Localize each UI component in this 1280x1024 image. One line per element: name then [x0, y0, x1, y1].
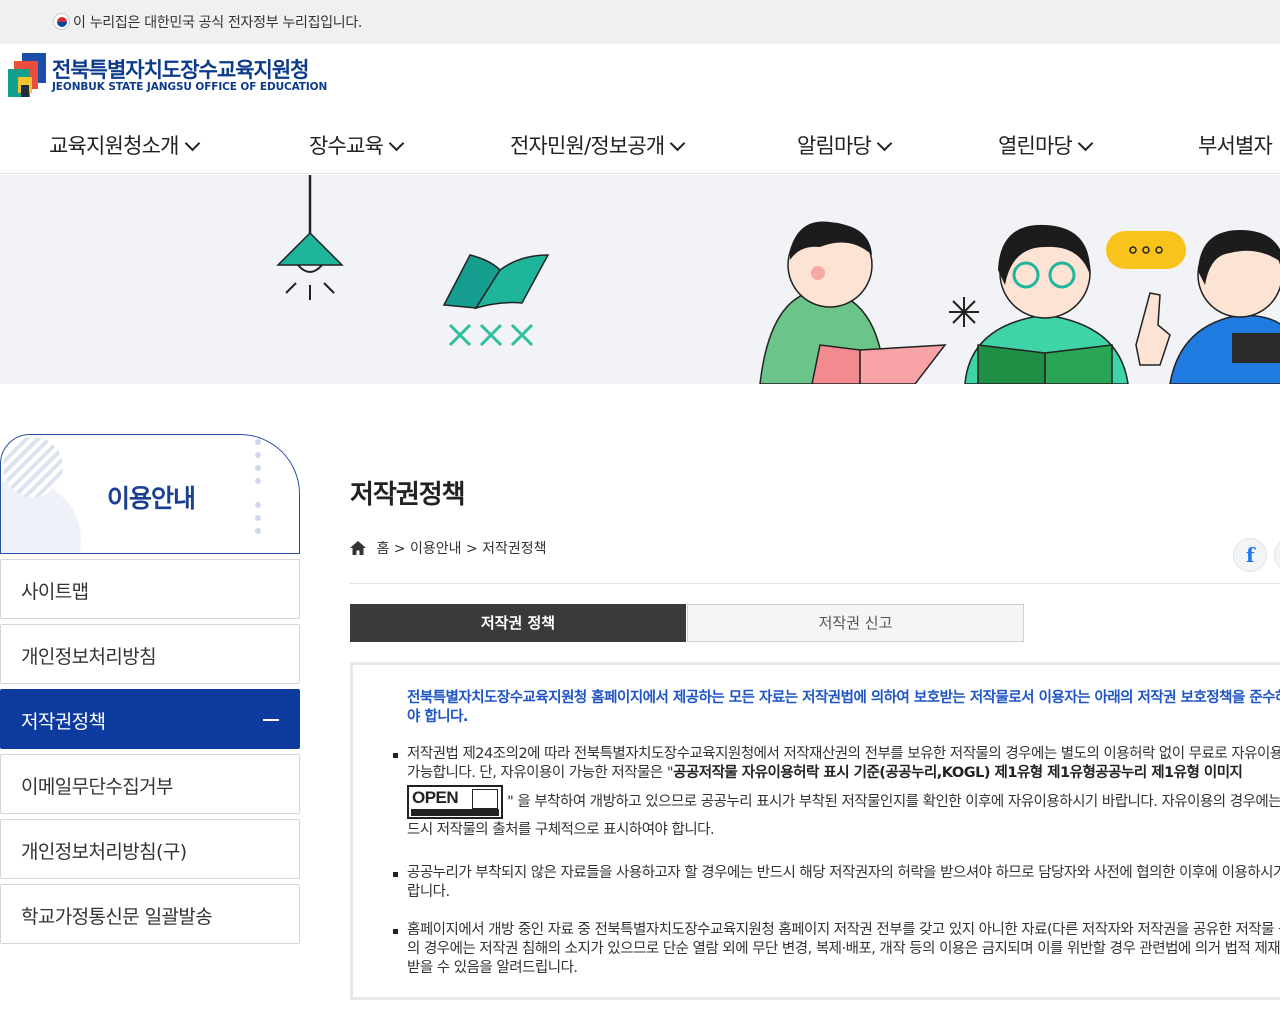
- chevron-down-icon: [388, 135, 405, 152]
- facebook-share-button[interactable]: f: [1233, 538, 1267, 572]
- logo-title-en: JEONBUK STATE JANGSU OFFICE OF EDUCATION: [52, 81, 328, 93]
- gov-banner-text: 이 누리집은 대한민국 공식 전자정부 누리집입니다.: [73, 15, 363, 31]
- korea-flag-icon: [53, 13, 70, 30]
- sidebar-item-newsletter[interactable]: 학교가정통신문 일괄발송: [0, 884, 300, 944]
- breadcrumb-current: 저작권정책: [482, 541, 547, 557]
- home-icon[interactable]: [350, 541, 366, 555]
- gnb-item-education[interactable]: 장수교육: [309, 130, 405, 160]
- facebook-icon: f: [1246, 543, 1255, 567]
- share-button[interactable]: [1274, 538, 1280, 572]
- gnb-item-notice[interactable]: 알림마당: [797, 130, 893, 160]
- policy-paragraph-1: 저작권법 제24조의2에 따라 전북특별자치도장수교육지원청에서 저작재산권의 …: [393, 745, 1280, 840]
- main-navigation: 교육지원청소개 장수교육 전자민원/정보공개 알림마당 열린마당 부서별자: [0, 118, 1280, 174]
- policy-content-box: 전북특별자치도장수교육지원청 홈페이지에서 제공하는 모든 자료는 저작권법에 …: [350, 662, 1280, 1000]
- breadcrumb-home[interactable]: 홈: [376, 541, 389, 557]
- sidebar-item-copyright[interactable]: 저작권정책: [0, 689, 300, 749]
- chevron-down-icon: [184, 135, 200, 152]
- sidebar-item-privacy-old[interactable]: 개인정보처리방침(구): [0, 819, 300, 879]
- policy-lead-text: 전북특별자치도장수교육지원청 홈페이지에서 제공하는 모든 자료는 저작권법에 …: [407, 690, 1280, 725]
- minus-icon: [263, 719, 279, 721]
- chevron-down-icon: [876, 135, 893, 152]
- gnb-item-open[interactable]: 열린마당: [998, 130, 1094, 160]
- kogl-type1-badge-icon: OPEN: [407, 785, 503, 819]
- site-logo[interactable]: 전북특별자치도장수교육지원청 JEONBUK STATE JANGSU OFFI…: [8, 53, 327, 97]
- sidebar-item-sitemap[interactable]: 사이트맵: [0, 559, 300, 619]
- gnb-item-civil[interactable]: 전자민원/정보공개: [510, 130, 686, 160]
- policy-paragraph-2: 공공누리가 부착되지 않은 자료들을 사용하고자 할 경우에는 반드시 해당 저…: [393, 864, 1280, 902]
- gnb-item-departments[interactable]: 부서별자: [1198, 130, 1273, 160]
- breadcrumb-separator: >: [393, 541, 406, 557]
- page-title: 저작권정책: [350, 480, 466, 510]
- policy-paragraph-3: 홈페이지에서 개방 중인 자료 중 전북특별자치도장수교육지원청 홈페이지 저작…: [393, 921, 1280, 978]
- gov-banner: 이 누리집은 대한민국 공식 전자정부 누리집입니다.: [0, 0, 1280, 44]
- hero-illustration: [276, 175, 1280, 384]
- breadcrumb-level1[interactable]: 이용안내: [410, 541, 462, 557]
- gnb-item-about[interactable]: 교육지원청소개: [49, 130, 200, 160]
- chevron-down-icon: [1077, 135, 1094, 152]
- divider: [350, 583, 1280, 584]
- sidebar-item-privacy[interactable]: 개인정보처리방침: [0, 624, 300, 684]
- chevron-down-icon: [670, 135, 686, 152]
- logo-title-kr: 전북특별자치도장수교육지원청: [52, 58, 309, 82]
- sidebar-header: 이용안내: [0, 434, 300, 554]
- tab-copyright-report[interactable]: 저작권 신고: [687, 604, 1024, 642]
- tab-copyright-policy[interactable]: 저작권 정책: [350, 604, 686, 642]
- sidebar-title: 이용안내: [106, 484, 196, 513]
- hero-banner: [0, 175, 1280, 384]
- logo-mark-icon: [8, 53, 46, 97]
- breadcrumb: 홈 > 이용안내 > 저작권정책: [350, 538, 547, 558]
- sidebar-item-email-refusal[interactable]: 이메일무단수집거부: [0, 754, 300, 814]
- breadcrumb-separator: >: [465, 541, 478, 557]
